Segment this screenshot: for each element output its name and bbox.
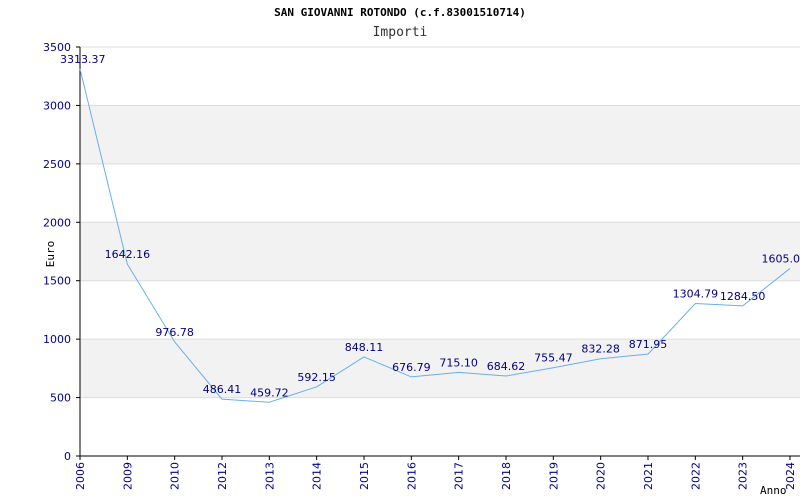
y-tick-label: 3000 xyxy=(43,99,71,112)
x-tick-label: 2009 xyxy=(121,462,134,490)
x-axis-label: Anno xyxy=(760,484,787,497)
grid-band xyxy=(80,105,800,164)
grid-band xyxy=(80,222,800,281)
x-tick-label: 2020 xyxy=(595,462,608,490)
data-label: 1605.0 xyxy=(762,252,800,265)
data-label: 871.95 xyxy=(629,338,668,351)
x-tick-label: 2010 xyxy=(169,462,182,490)
x-tick-label: 2022 xyxy=(689,462,702,490)
x-tick-label: 2014 xyxy=(311,462,324,490)
x-tick-label: 2018 xyxy=(500,462,513,490)
data-label: 1284.50 xyxy=(720,290,766,303)
x-tick-label: 2015 xyxy=(358,462,371,490)
x-tick-label: 2017 xyxy=(453,462,466,490)
data-label: 459.72 xyxy=(250,386,289,399)
x-tick-label: 2021 xyxy=(642,462,655,490)
y-axis-label: Euro xyxy=(44,241,57,268)
y-tick-label: 1500 xyxy=(43,275,71,288)
data-label: 676.79 xyxy=(392,361,431,374)
data-label: 976.78 xyxy=(155,326,194,339)
y-tick-label: 0 xyxy=(64,450,71,463)
x-tick-label: 2016 xyxy=(405,462,418,490)
data-label: 684.62 xyxy=(487,360,526,373)
y-tick-label: 2000 xyxy=(43,216,71,229)
data-label: 832.28 xyxy=(581,343,620,356)
line-chart: 0500100015002000250030003500 2006 2009 201… xyxy=(43,41,800,497)
data-label: 1642.16 xyxy=(105,248,151,261)
x-tick-label: 2012 xyxy=(216,462,229,490)
y-tick-label: 1000 xyxy=(43,333,71,346)
x-tick-label: 2013 xyxy=(263,462,276,490)
y-tick-label: 2500 xyxy=(43,158,71,171)
x-tick-label: 2006 xyxy=(74,462,87,490)
x-tick-label: 2019 xyxy=(547,462,560,490)
data-label: 755.47 xyxy=(534,352,573,365)
y-tick-label: 500 xyxy=(50,392,71,405)
x-tick-label: 2023 xyxy=(737,462,750,490)
data-label: 592.15 xyxy=(297,371,336,384)
data-label: 1304.79 xyxy=(673,288,719,301)
data-label: 3313.37 xyxy=(60,53,106,66)
data-label: 848.11 xyxy=(345,341,384,354)
data-label: 486.41 xyxy=(203,383,242,396)
data-label: 715.10 xyxy=(439,356,478,369)
